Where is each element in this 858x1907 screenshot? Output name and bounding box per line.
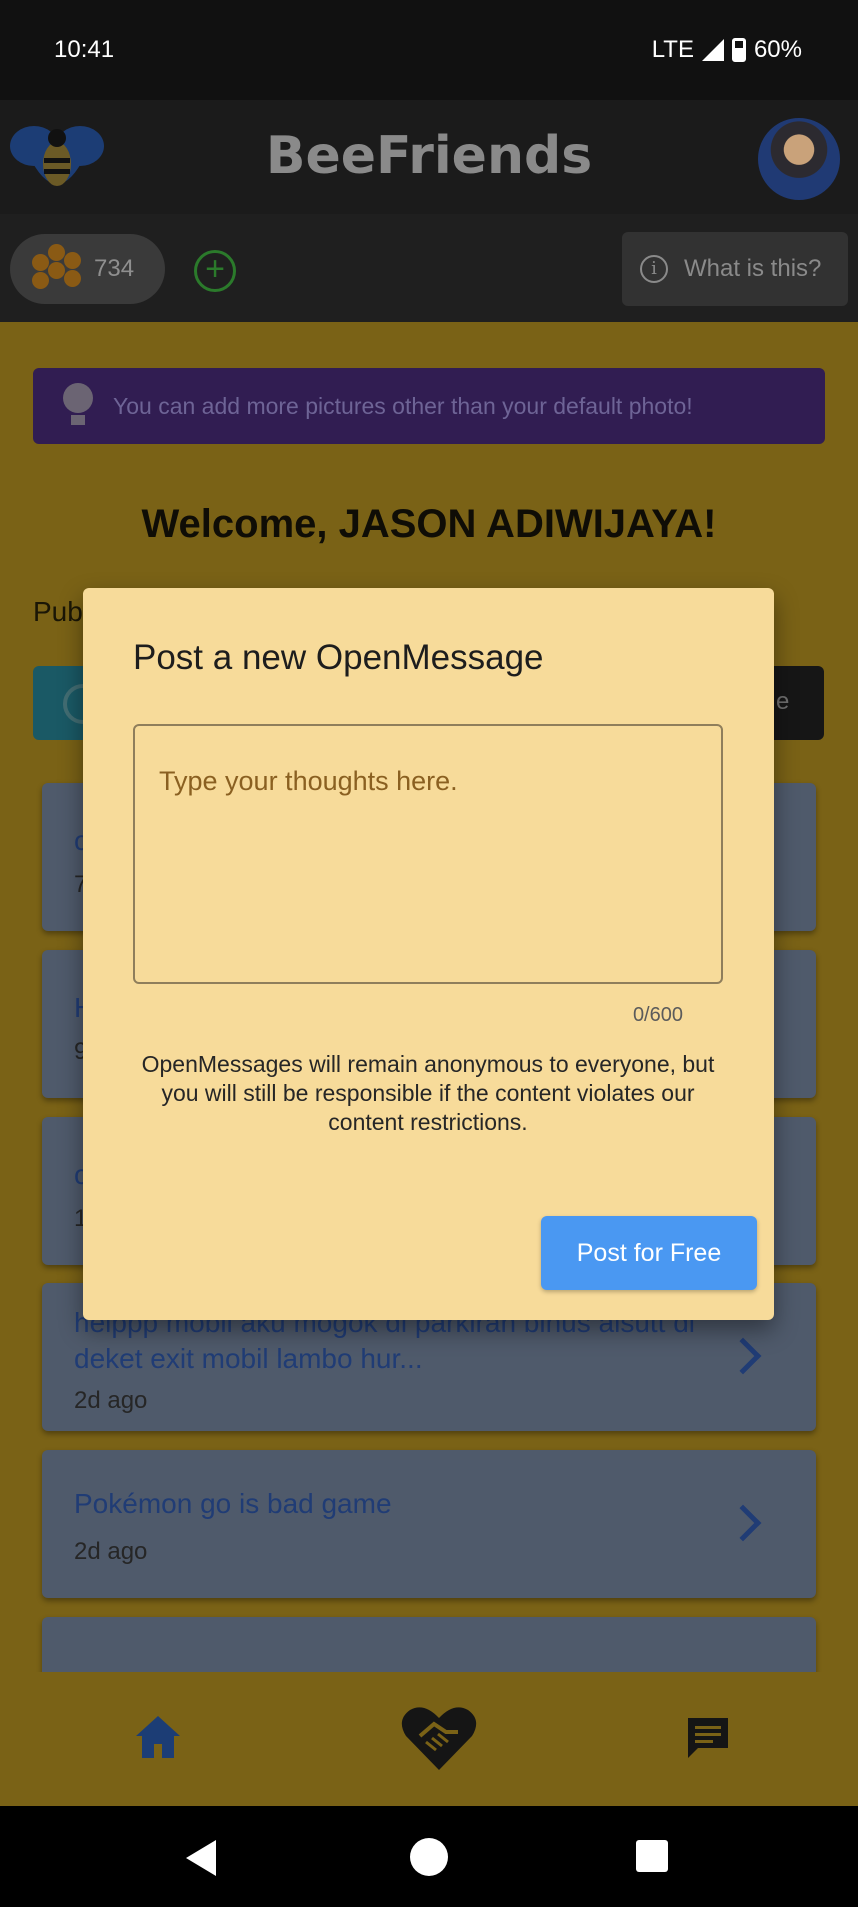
section-label: Pub [33,596,83,627]
status-bar: 10:41 LTE 60% [0,0,858,100]
what-is-this-button[interactable]: i What is this? [622,232,848,306]
item-title: Pokémon go is bad game [74,1488,392,1519]
tip-banner[interactable]: You can add more pictures other than you… [33,368,825,444]
plus-circle-icon: + [205,250,225,288]
info-icon: i [640,255,668,283]
app-header: BeeFriends [0,100,858,214]
post-for-free-button[interactable]: Post for Free [541,1216,757,1290]
battery-level: 60% [753,36,802,63]
dialog-title: Post a new OpenMessage [133,638,544,677]
home-icon[interactable] [132,1712,184,1764]
handshake-heart-icon[interactable] [400,1702,478,1772]
avatar[interactable] [758,118,840,200]
back-icon[interactable] [186,1840,216,1876]
chevron-right-icon [724,1337,762,1375]
new-openmessage-dialog: Post a new OpenMessage 0/600 OpenMessage… [83,588,774,1320]
signal-icon [701,39,724,61]
message-input[interactable] [133,724,723,984]
honeycomb-icon [32,244,82,294]
recents-icon[interactable] [636,1840,668,1872]
item-time: 2d ago [74,1387,148,1414]
list-item[interactable] [42,1617,816,1672]
system-navigation-bar [0,1806,858,1907]
what-is-this-label: What is this? [684,255,822,282]
chat-icon[interactable] [684,1714,732,1762]
app-title: BeeFriends [265,126,593,186]
battery-icon [731,38,746,62]
status-time: 10:41 [54,36,115,63]
lightbulb-icon [61,381,95,431]
anonymity-disclaimer: OpenMessages will remain anonymous to ev… [141,1051,715,1135]
honey-balance[interactable]: 734 [10,234,165,304]
home-circle-icon[interactable] [410,1838,448,1876]
character-counter: 0/600 [632,1004,683,1026]
item-time: 2d ago [74,1538,148,1565]
status-indicators: LTE 60% [652,36,802,64]
toolbar: 734 + i What is this? [0,214,858,322]
honey-count: 734 [94,255,135,282]
network-label: LTE [651,36,694,63]
tip-text: You can add more pictures other than you… [113,392,693,419]
chevron-right-icon [724,1504,762,1542]
welcome-heading: Welcome, JASON ADIWIJAYA! [141,502,717,546]
add-honey-button[interactable]: + [194,250,236,292]
list-item[interactable]: Pokémon go is bad game 2d ago [42,1450,816,1598]
bottom-nav [0,1672,858,1806]
